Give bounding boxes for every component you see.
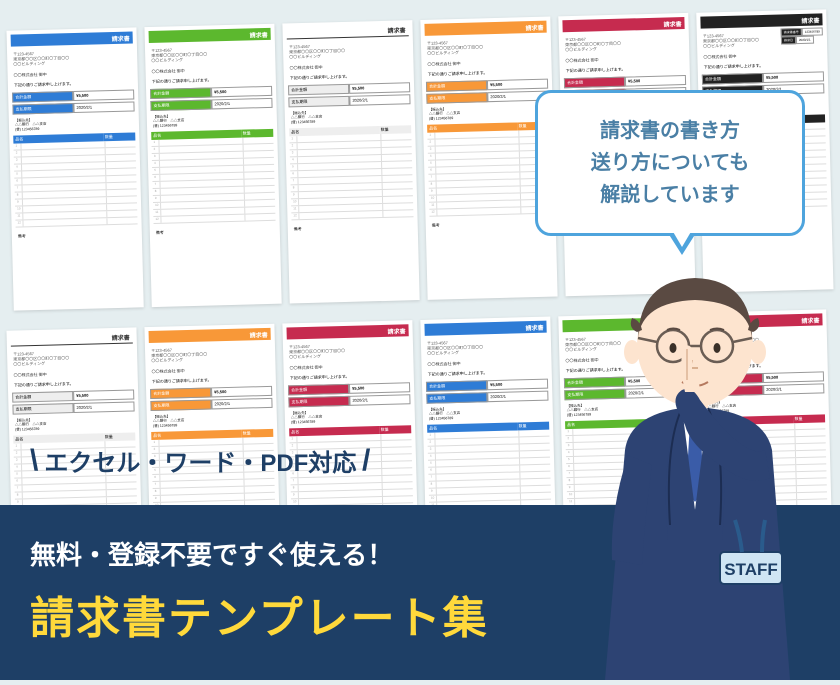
template-title-bar: 請求書 xyxy=(286,324,408,339)
template-title-bar: 請求書 xyxy=(286,24,408,39)
template-title-bar: 請求書 xyxy=(11,31,133,46)
staff-character-illustration: STAFF xyxy=(570,250,830,680)
format-support-callout: \ エクセル・ワード・PDF対応 \ xyxy=(30,443,371,478)
bubble-text-line: 解説しています xyxy=(600,184,739,206)
bubble-text-line: 送り方についても xyxy=(591,152,749,174)
staff-badge-text: STAFF xyxy=(724,560,778,579)
format-support-text: エクセル・ワード・PDF対応 xyxy=(44,443,356,478)
invoice-template-preview: 請求書 〒123-4567東京都〇〇区〇〇町〇丁目〇〇〇〇ビルディング 〇〇株式… xyxy=(6,27,143,310)
template-title-bar: 請求書 xyxy=(562,17,684,32)
bubble-text-line: 請求書の書き方 xyxy=(600,120,740,142)
eye-icon xyxy=(670,343,677,353)
slash-left-icon: \ xyxy=(30,444,38,478)
slash-right-icon: \ xyxy=(362,444,370,478)
invoice-template-preview: 請求書 〒123-4567東京都〇〇区〇〇町〇丁目〇〇〇〇ビルディング 〇〇株式… xyxy=(144,24,281,307)
template-title-bar: 請求書 xyxy=(11,331,133,346)
eye-icon xyxy=(714,343,721,353)
ear-icon xyxy=(750,340,766,364)
speech-bubble: 請求書の書き方 送り方についても 解説しています xyxy=(535,90,805,236)
invoice-template-preview: 請求書 〒123-4567東京都〇〇区〇〇町〇丁目〇〇〇〇ビルディング 〇〇株式… xyxy=(282,20,419,303)
template-title-bar: 請求書 xyxy=(700,13,822,28)
ear-icon xyxy=(624,340,640,364)
template-title-bar: 請求書 xyxy=(424,321,546,336)
template-title-bar: 請求書 xyxy=(424,21,546,36)
template-title-bar: 請求書 xyxy=(149,28,271,43)
template-title-bar: 請求書 xyxy=(149,328,271,343)
